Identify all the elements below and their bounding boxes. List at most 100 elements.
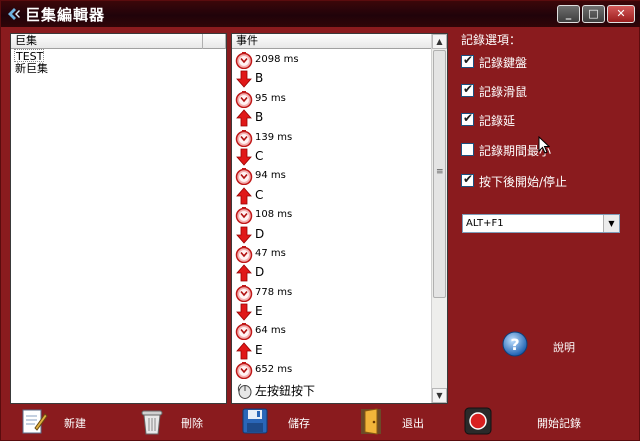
event-row[interactable]: 47 ms bbox=[232, 244, 432, 264]
checked-checkbox-icon[interactable]: ✔ bbox=[461, 172, 474, 187]
delete-button[interactable]: 刪除 bbox=[137, 405, 217, 439]
save-button[interactable]: 儲存 bbox=[240, 405, 320, 439]
timer-icon bbox=[235, 129, 253, 147]
event-row[interactable]: B bbox=[232, 108, 432, 127]
event-text: E bbox=[255, 304, 263, 319]
event-row[interactable]: 左按鈕按下 bbox=[232, 380, 432, 399]
option-label: 記錄延 bbox=[479, 114, 516, 128]
checked-checkbox-icon[interactable]: ✔ bbox=[461, 53, 474, 68]
event-row[interactable]: 94 ms bbox=[232, 166, 432, 186]
delete-label: 刪除 bbox=[181, 417, 203, 430]
mouse-cursor-icon bbox=[538, 136, 550, 154]
record-options: 記錄選項： bbox=[461, 31, 631, 47]
scroll-up-button[interactable]: ▲ bbox=[432, 34, 447, 49]
macro-item-test[interactable]: TEST bbox=[14, 49, 44, 63]
timer-icon bbox=[235, 51, 253, 70]
start-record-label: 開始記錄 bbox=[537, 417, 581, 430]
arrow-up-icon bbox=[235, 342, 253, 360]
event-text: E bbox=[255, 342, 263, 357]
checkmark-icon: ✔ bbox=[463, 111, 474, 125]
event-row[interactable]: C bbox=[232, 186, 432, 205]
scroll-down-button[interactable]: ▼ bbox=[432, 388, 447, 403]
checkmark-icon: ✔ bbox=[463, 172, 474, 186]
event-text: 左按鈕按下 bbox=[255, 383, 316, 398]
event-text: C bbox=[255, 148, 264, 163]
macro-list-header: 巨集 bbox=[11, 34, 226, 49]
macro-list: TEST 新巨集 bbox=[11, 49, 226, 75]
checked-checkbox-icon[interactable]: ✔ bbox=[461, 82, 474, 97]
macro-column-spacer bbox=[203, 34, 226, 49]
title-bar: 巨集編輯器 _ □ ✕ bbox=[1, 1, 640, 27]
option-checkbox[interactable]: ✔ 記錄滑鼠 bbox=[461, 82, 621, 101]
event-row[interactable]: 139 ms bbox=[232, 128, 432, 147]
event-row[interactable]: 2098 ms bbox=[232, 50, 432, 70]
maximize-button[interactable]: □ bbox=[582, 5, 605, 23]
event-text: B bbox=[255, 110, 264, 125]
maximize-icon: □ bbox=[588, 7, 599, 20]
event-row[interactable]: D bbox=[232, 263, 432, 282]
option-checkbox[interactable]: ✔ 按下後開始/停止 bbox=[461, 172, 621, 191]
event-list-panel: 事件 2098 ms B 95 ms B 139 ms C 94 ms C 108 ms D 47 … bbox=[231, 33, 448, 404]
event-row[interactable]: 652 ms bbox=[232, 360, 432, 380]
event-text: 108 ms bbox=[255, 209, 293, 221]
arrow-down-icon bbox=[235, 148, 253, 166]
event-row[interactable]: 64 ms bbox=[232, 321, 432, 341]
arrow-down-icon bbox=[235, 70, 253, 88]
new-label: 新建 bbox=[64, 417, 86, 430]
new-button[interactable]: 新建 bbox=[19, 405, 99, 439]
help-label[interactable]: 說明 bbox=[553, 339, 575, 355]
close-button[interactable]: ✕ bbox=[607, 5, 635, 23]
bottom-toolbar: 新建 刪除 儲存 退出 開始記錄 bbox=[1, 405, 640, 441]
minimize-button[interactable]: _ bbox=[557, 5, 580, 23]
minimize-icon: _ bbox=[565, 7, 572, 20]
event-row[interactable]: 778 ms bbox=[232, 283, 432, 302]
macro-list-panel: 巨集 TEST 新巨集 bbox=[10, 33, 227, 404]
event-row[interactable]: 95 ms bbox=[232, 89, 432, 109]
event-text: 47 ms bbox=[255, 247, 286, 259]
event-list-header: 事件 bbox=[232, 34, 431, 49]
option-checkbox[interactable]: ✔ 記錄延 bbox=[461, 111, 621, 130]
grip-icon: ≡ bbox=[436, 167, 444, 177]
hotkey-value: ALT+F1 bbox=[466, 218, 504, 229]
help-icon[interactable]: ? bbox=[502, 331, 528, 357]
event-row[interactable]: E bbox=[232, 302, 432, 321]
new-document-icon bbox=[22, 409, 48, 434]
close-icon: ✕ bbox=[616, 7, 626, 20]
timer-icon bbox=[235, 206, 253, 225]
event-row[interactable]: E bbox=[232, 341, 432, 360]
arrow-up-icon bbox=[235, 187, 253, 205]
record-icon bbox=[464, 407, 492, 435]
start-record-button[interactable]: 開始記錄 bbox=[463, 405, 593, 439]
hotkey-select[interactable]: ALT+F1 ▼ bbox=[462, 214, 620, 233]
timer-icon bbox=[235, 90, 253, 109]
macro-column-header[interactable]: 巨集 bbox=[11, 34, 203, 49]
event-text: C bbox=[255, 187, 264, 202]
macro-item-new[interactable]: 新巨集 bbox=[14, 62, 226, 75]
event-row[interactable]: B bbox=[232, 69, 432, 88]
app-icon bbox=[8, 8, 20, 20]
event-row[interactable]: 108 ms bbox=[232, 205, 432, 225]
svg-text:?: ? bbox=[510, 335, 519, 354]
exit-button[interactable]: 退出 bbox=[357, 405, 437, 439]
scroll-thumb[interactable]: ≡ bbox=[433, 50, 446, 298]
event-row[interactable]: C bbox=[232, 147, 432, 166]
unchecked-checkbox-icon[interactable] bbox=[461, 143, 474, 156]
event-text: 778 ms bbox=[255, 286, 293, 298]
mouse-icon bbox=[235, 381, 253, 399]
arrow-up-icon bbox=[235, 109, 253, 127]
option-checkbox[interactable]: ✔ 記錄鍵盤 bbox=[461, 53, 621, 72]
timer-icon bbox=[235, 361, 253, 380]
timer-icon bbox=[235, 284, 253, 302]
event-text: 139 ms bbox=[255, 131, 293, 143]
floppy-disk-icon bbox=[242, 408, 268, 434]
event-row[interactable]: D bbox=[232, 225, 432, 244]
event-column-header[interactable]: 事件 bbox=[232, 34, 431, 49]
timer-icon bbox=[235, 245, 253, 264]
options-title: 記錄選項： bbox=[461, 33, 522, 47]
event-scrollbar[interactable]: ▲ ≡ ▼ bbox=[431, 34, 447, 403]
timer-icon bbox=[235, 322, 253, 341]
checked-checkbox-icon[interactable]: ✔ bbox=[461, 111, 474, 126]
exit-label: 退出 bbox=[402, 417, 424, 430]
chevron-down-icon[interactable]: ▼ bbox=[603, 215, 619, 232]
exit-door-icon bbox=[361, 408, 381, 435]
